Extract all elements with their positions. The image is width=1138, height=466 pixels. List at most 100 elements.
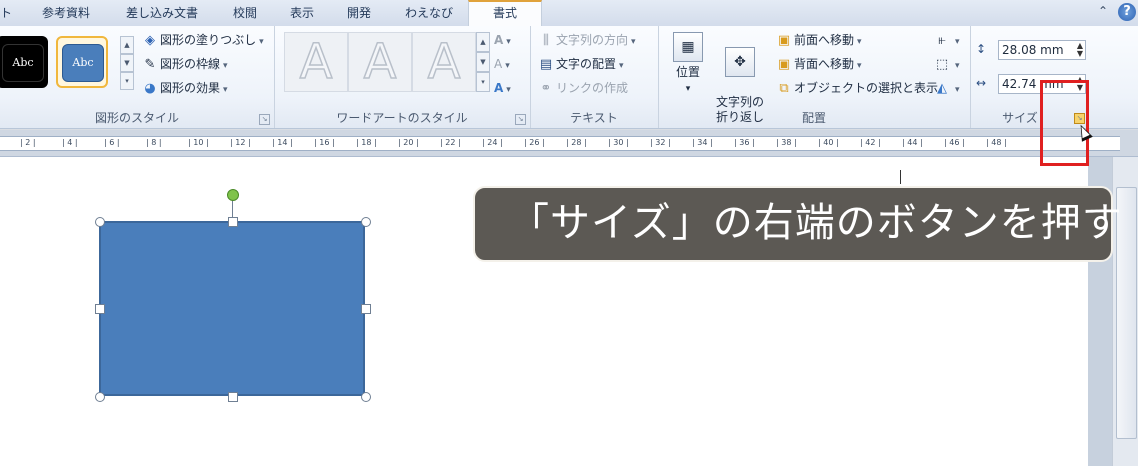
ruler-tick-label: | 42 | (860, 138, 881, 147)
resize-handle-left[interactable] (95, 304, 105, 314)
align-icon: ⫦ (938, 33, 946, 48)
send-backward-label: 背面へ移動 (794, 57, 855, 71)
ruler-tick-label: | 48 | (986, 138, 1007, 147)
shape-styles-group: Abc Abc ▲ ▼ ▾ ◈ 図形の塗りつぶし ▾ ✎ 図形の枠線 ▾ ◕ 図形の効果 ▾… (0, 26, 275, 128)
wordart-scroll-up-icon[interactable]: ▲ (476, 32, 490, 52)
wordart-styles-group: A A A ▲ ▼ ▾ A ▾ A ▾ A ▾ ワードアートのスタイル ↘ (274, 26, 531, 128)
shape-effects-button[interactable]: ◕ 図形の効果 ▾ (142, 78, 227, 98)
group-button[interactable]: ⬚ ▾ (934, 54, 960, 74)
resize-handle-bottom[interactable] (228, 392, 238, 402)
chevron-down-icon: ▾ (259, 37, 264, 47)
shape-style-preset-dark-label: Abc (2, 44, 44, 82)
wordart-styles-launcher-icon[interactable]: ↘ (515, 114, 526, 125)
shape-fill-label: 図形の塗りつぶし (160, 33, 257, 47)
align-button[interactable]: ⫦ ▾ (934, 30, 959, 50)
resize-handle-top[interactable] (228, 217, 238, 227)
group-icon: ⬚ (935, 57, 949, 72)
ruler-tick-label: | 22 | (440, 138, 461, 147)
ruler-tick-label: | 20 | (398, 138, 419, 147)
tab-view[interactable]: 表示 (290, 0, 314, 26)
text-direction-icon: ⫼ (543, 33, 549, 48)
ruler-tick-label: | 12 | (230, 138, 251, 147)
align-text-icon: ▤ (539, 57, 553, 72)
align-text-button[interactable]: ▤ 文字の配置 ▾ (538, 54, 624, 74)
tab-developer[interactable]: 開発 (347, 0, 371, 26)
wordart-scroll-down-icon[interactable]: ▼ (476, 52, 490, 72)
chevron-down-icon: ▾ (223, 61, 228, 71)
shape-fill-button[interactable]: ◈ 図形の塗りつぶし ▾ (142, 30, 264, 50)
shape-height-icon: ↕ (976, 42, 987, 56)
ruler-tick-label: | 28 | (566, 138, 587, 147)
send-backward-button[interactable]: ▣ 背面へ移動 ▾ (776, 54, 862, 74)
ruler-tick-label: | 18 | (356, 138, 377, 147)
ruler-tick-label: | 8 | (146, 138, 162, 147)
tab-references[interactable]: 参考資料 (42, 0, 90, 26)
resize-handle-right[interactable] (361, 304, 371, 314)
text-outline-button[interactable]: A ▾ (494, 54, 510, 74)
arrange-group: ▦ 位置 ▾ ✥ 文字列の 折り返し ▣ 前面へ移動 ▾ ▣ 背面へ移動 ▾ ⧉ オブジェク… (658, 26, 971, 128)
text-group: ⫼ 文字列の方向 ▾ ▤ 文字の配置 ▾ ⚭ リンクの作成 テキスト (530, 26, 659, 128)
create-link-label: リンクの作成 (556, 81, 629, 95)
text-group-label: テキスト (570, 111, 618, 125)
send-backward-icon: ▣ (777, 57, 791, 72)
help-icon[interactable]: ? (1118, 3, 1136, 21)
ruler-tick-label: | 6 | (104, 138, 120, 147)
ruler-tick-label: | 32 | (650, 138, 671, 147)
tab-mailings[interactable]: 差し込み文書 (126, 0, 198, 26)
tab-layout[interactable]: ト (0, 0, 12, 26)
create-link-button[interactable]: ⚭ リンクの作成 (538, 78, 628, 98)
shape-outline-button[interactable]: ✎ 図形の枠線 ▾ (142, 54, 228, 74)
position-button[interactable]: ▦ 位置 ▾ (670, 32, 706, 97)
text-outline-icon: A (494, 57, 503, 71)
shape-style-preset-blue[interactable]: Abc (56, 36, 108, 88)
text-fill-button[interactable]: A ▾ (494, 30, 511, 50)
minimize-ribbon-icon[interactable]: ⌃ (1098, 4, 1108, 18)
shape-style-preset-dark[interactable]: Abc (0, 36, 48, 88)
text-direction-button[interactable]: ⫼ 文字列の方向 ▾ (538, 30, 636, 50)
shape-styles-launcher-icon[interactable]: ↘ (259, 114, 270, 125)
ruler-tick-label: | 4 | (62, 138, 78, 147)
selection-pane-button[interactable]: ⧉ オブジェクトの選択と表示 (776, 78, 938, 98)
rotate-button[interactable]: ◭ ▾ (934, 78, 960, 98)
resize-handle-bottom-right[interactable] (361, 392, 371, 402)
tab-format[interactable]: 書式 (468, 0, 542, 26)
shape-height-value: 28.08 mm (1002, 43, 1064, 57)
pencil-icon: ✎ (144, 57, 156, 72)
wordart-sample-3[interactable]: A (412, 32, 476, 92)
ruler-tick-label: | 24 | (482, 138, 503, 147)
styles-scroll-up-icon[interactable]: ▲ (120, 36, 134, 54)
ruler-tick-label: | 30 | (608, 138, 629, 147)
resize-handle-top-left[interactable] (95, 217, 105, 227)
resize-handle-top-right[interactable] (361, 217, 371, 227)
text-cursor (900, 170, 901, 184)
resize-handle-bottom-left[interactable] (95, 392, 105, 402)
ruler-tick-label: | 36 | (734, 138, 755, 147)
rectangle-shape[interactable] (99, 221, 365, 396)
shape-effects-label: 図形の効果 (160, 81, 221, 95)
shape-styles-group-label: 図形のスタイル (94, 111, 179, 125)
text-effects-icon: A (494, 81, 504, 95)
align-text-label: 文字の配置 (556, 57, 617, 71)
styles-more-icon[interactable]: ▾ (120, 72, 134, 90)
text-fill-icon: A (494, 33, 504, 47)
tab-waenavi[interactable]: わえなび (405, 0, 453, 26)
shape-height-input[interactable]: 28.08 mm ▲ ▼ (998, 40, 1086, 60)
wordart-styles-group-label: ワードアートのスタイル (336, 111, 468, 125)
wordart-sample-1[interactable]: A (284, 32, 348, 92)
bring-forward-button[interactable]: ▣ 前面へ移動 ▾ (776, 30, 862, 50)
text-effects-button[interactable]: A ▾ (494, 78, 511, 98)
tab-review[interactable]: 校閲 (233, 0, 257, 26)
styles-scroll-down-icon[interactable]: ▼ (120, 54, 134, 72)
ruler-tick-label: | 10 | (188, 138, 209, 147)
ruler-tick-label: | 44 | (902, 138, 923, 147)
shape-effects-icon: ◕ (144, 81, 156, 96)
wordart-more-icon[interactable]: ▾ (476, 72, 490, 92)
height-spinner-icon[interactable]: ▲ ▼ (1077, 42, 1083, 58)
rotation-handle[interactable] (227, 189, 239, 201)
ribbon-tab-bar: ト 参考資料 差し込み文書 校閲 表示 開発 わえなび 書式 ⌃ ? (0, 0, 1138, 27)
selection-pane-label: オブジェクトの選択と表示 (794, 81, 939, 95)
shape-outline-label: 図形の枠線 (160, 57, 221, 71)
wordart-sample-2[interactable]: A (348, 32, 412, 92)
shape-style-preset-blue-label: Abc (62, 44, 104, 82)
position-icon: ▦ (673, 32, 703, 62)
